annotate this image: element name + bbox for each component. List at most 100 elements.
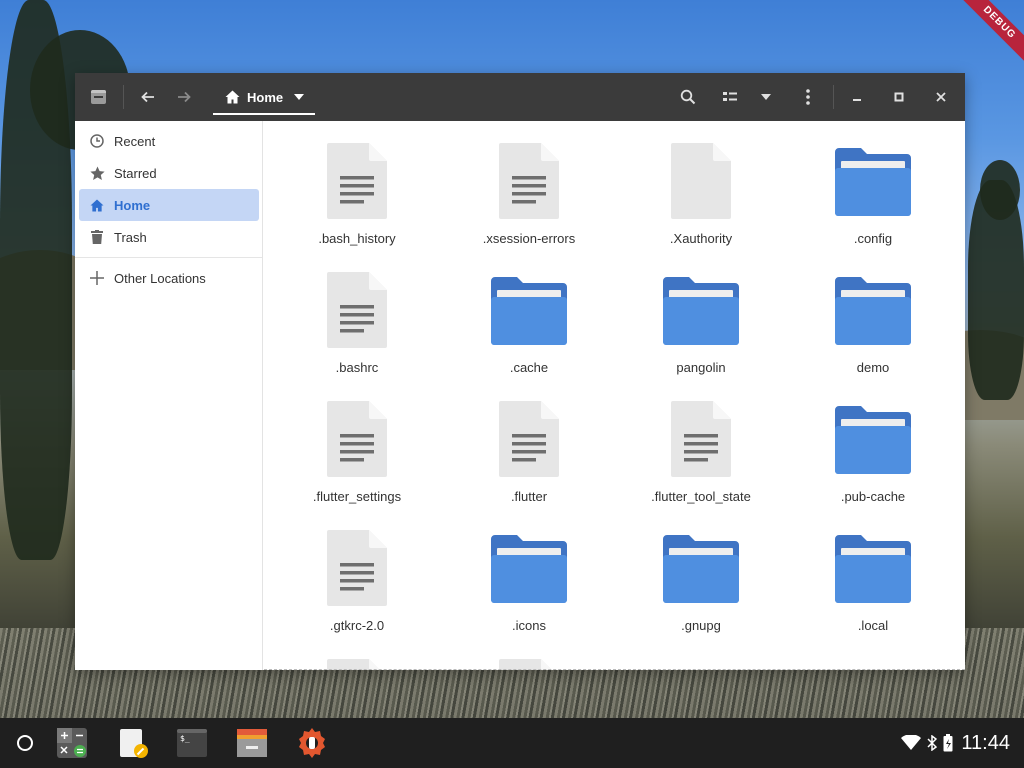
file-item[interactable]: .flutter_tool_state xyxy=(621,379,781,504)
file-item[interactable]: .Xauthority xyxy=(621,121,781,246)
clock-icon xyxy=(89,133,105,149)
file-name-label: .flutter xyxy=(510,489,548,504)
sidebar-item-trash[interactable]: Trash xyxy=(79,221,259,253)
view-options-button[interactable] xyxy=(751,73,781,121)
chevron-down-icon xyxy=(294,94,305,100)
close-icon xyxy=(936,92,946,102)
view-mode-button[interactable] xyxy=(715,73,745,121)
sidebar-item-starred[interactable]: Starred xyxy=(79,157,259,189)
launcher-button[interactable] xyxy=(17,735,33,751)
more-vertical-icon xyxy=(806,89,810,105)
file-name-label: .config xyxy=(853,231,893,246)
bluetooth-icon xyxy=(927,735,938,751)
system-tray[interactable]: 11:44 xyxy=(901,718,1010,768)
back-button[interactable] xyxy=(133,73,163,121)
file-name-label: .icons xyxy=(512,618,546,633)
folder-item[interactable]: demo xyxy=(793,250,953,375)
file-name-label: .Xauthority xyxy=(669,231,733,246)
document-icon xyxy=(671,401,731,477)
folder-icon xyxy=(835,406,911,474)
text-editor-app[interactable] xyxy=(117,727,149,759)
arrow-right-icon xyxy=(178,91,191,103)
maximize-icon xyxy=(894,92,904,102)
trash-icon xyxy=(89,229,105,245)
calculator-app[interactable] xyxy=(56,727,88,759)
battery-icon xyxy=(943,734,953,752)
sidebar: Recent Starred Home Trash Other Location… xyxy=(75,121,263,670)
titlebar-divider xyxy=(123,85,124,109)
settings-app[interactable] xyxy=(296,727,328,759)
home-icon xyxy=(89,197,105,213)
folder-icon xyxy=(663,277,739,345)
file-item-clipped[interactable] xyxy=(277,637,437,670)
titlebar: Home xyxy=(75,73,965,121)
folder-icon xyxy=(491,535,567,603)
folder-item[interactable]: .local xyxy=(793,508,953,633)
sidebar-item-recent[interactable]: Recent xyxy=(79,125,259,157)
sidebar-item-label: Other Locations xyxy=(114,270,206,286)
file-name-label: .flutter_settings xyxy=(312,489,402,504)
menu-button[interactable] xyxy=(793,73,823,121)
sidebar-item-other-locations[interactable]: Other Locations xyxy=(79,262,259,294)
path-bar-label: Home xyxy=(247,89,284,105)
file-item[interactable]: .flutter xyxy=(449,379,609,504)
document-icon xyxy=(327,530,387,606)
file-manager-app[interactable] xyxy=(236,727,268,759)
chevron-down-icon xyxy=(761,94,771,100)
debug-banner: DEBUG xyxy=(953,0,1024,69)
forward-button[interactable] xyxy=(169,73,199,121)
file-name-label: .cache xyxy=(509,360,549,375)
file-name-label: demo xyxy=(856,360,890,375)
clock: 11:44 xyxy=(961,731,1010,754)
file-name-label: .flutter_tool_state xyxy=(651,489,751,504)
taskbar: $_ 11:44 xyxy=(0,718,1024,768)
sidebar-item-label: Home xyxy=(114,197,151,213)
terminal-icon: $_ xyxy=(177,729,207,757)
folder-item[interactable]: pangolin xyxy=(621,250,781,375)
folder-item[interactable]: .pub-cache xyxy=(793,379,953,504)
search-icon xyxy=(680,89,696,105)
sidebar-item-label: Trash xyxy=(114,229,147,245)
file-item[interactable]: .flutter_settings xyxy=(277,379,437,504)
arrow-left-icon xyxy=(141,91,154,103)
folder-item[interactable]: .icons xyxy=(449,508,609,633)
path-bar-home[interactable]: Home xyxy=(213,73,315,121)
folder-icon xyxy=(835,148,911,216)
file-name-label: .bash_history xyxy=(318,231,396,246)
file-name-label: .xsession-errors xyxy=(482,231,576,246)
calculator-icon xyxy=(57,728,87,758)
folder-item[interactable]: .cache xyxy=(449,250,609,375)
sidebar-item-label: Recent xyxy=(114,133,156,149)
text-editor-icon xyxy=(120,729,148,758)
plus-icon xyxy=(89,270,105,286)
file-name-label: .local xyxy=(857,618,889,633)
grid-scroll-edge xyxy=(264,669,965,670)
folder-item[interactable]: .gnupg xyxy=(621,508,781,633)
settings-icon xyxy=(299,728,325,758)
file-grid: .bash_history .xsession-errors .Xauthori… xyxy=(264,121,965,670)
file-manager-window: Home Recent Starred Home Trash Other Loc… xyxy=(75,73,965,670)
home-icon xyxy=(225,90,240,104)
file-item-clipped[interactable] xyxy=(449,637,609,670)
file-name-label: .gtkrc-2.0 xyxy=(329,618,385,633)
sidebar-item-home[interactable]: Home xyxy=(79,189,259,221)
maximize-button[interactable] xyxy=(884,73,914,121)
file-item[interactable]: .bash_history xyxy=(277,121,437,246)
minimize-button[interactable] xyxy=(842,73,872,121)
file-name-label: .gnupg xyxy=(681,618,721,633)
star-icon xyxy=(89,165,105,181)
terminal-app[interactable]: $_ xyxy=(176,727,208,759)
wifi-icon xyxy=(901,735,922,750)
search-button[interactable] xyxy=(673,73,703,121)
folder-icon xyxy=(835,535,911,603)
folder-icon xyxy=(835,277,911,345)
svg-text:$_: $_ xyxy=(180,734,190,743)
file-name-label: pangolin xyxy=(676,360,726,375)
close-button[interactable] xyxy=(926,73,956,121)
file-item[interactable]: .gtkrc-2.0 xyxy=(277,508,437,633)
file-item[interactable]: .bashrc xyxy=(277,250,437,375)
document-icon xyxy=(327,401,387,477)
folder-icon xyxy=(491,277,567,345)
file-item[interactable]: .xsession-errors xyxy=(449,121,609,246)
folder-item[interactable]: .config xyxy=(793,121,953,246)
